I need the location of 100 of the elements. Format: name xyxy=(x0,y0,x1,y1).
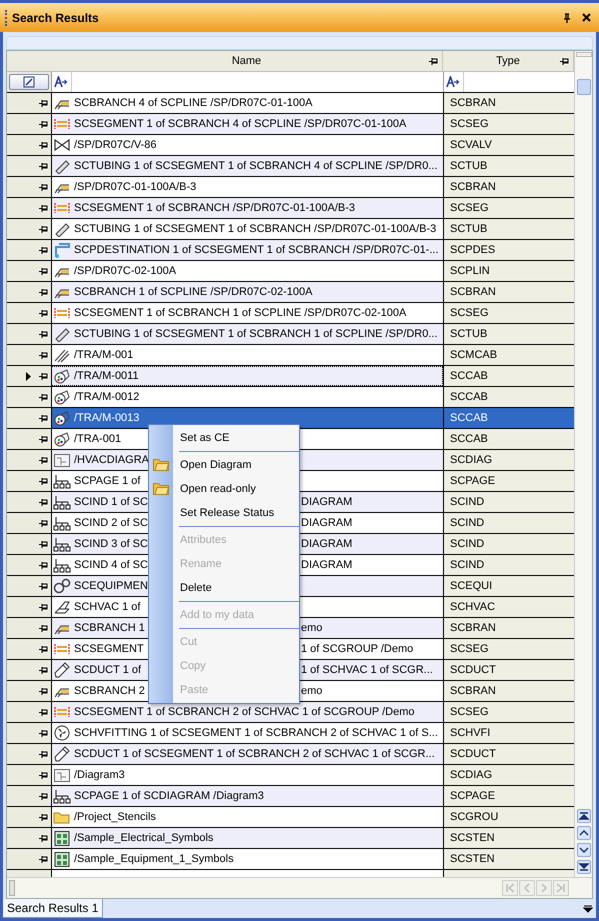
pin-icon[interactable] xyxy=(39,560,48,570)
table-cell: SCSEG xyxy=(443,702,574,722)
cell-text: SCHVFITTING 1 of SCSEGMENT 1 of SCBRANCH 2 of SCHVAC 1 of S... xyxy=(74,726,438,741)
pin-icon[interactable] xyxy=(39,330,48,338)
pin-icon[interactable] xyxy=(39,162,48,170)
column-header[interactable]: Name xyxy=(51,51,443,71)
table-row[interactable]: /Diagram3 SCDIAG xyxy=(7,765,574,786)
pin-icon[interactable] xyxy=(39,686,48,696)
pin-icon[interactable] xyxy=(39,666,48,674)
horizontal-scroll-handle[interactable] xyxy=(9,880,15,896)
pin-icon[interactable] xyxy=(39,246,48,254)
table-cell: SCSEG xyxy=(443,639,574,659)
table-cell: SCSEG xyxy=(443,198,574,218)
pin-icon[interactable] xyxy=(39,372,48,380)
menu-item[interactable]: Open read-only xyxy=(173,477,299,501)
pin-icon[interactable] xyxy=(560,57,569,66)
grid-icon xyxy=(53,851,71,867)
tab[interactable]: Search Results 1 xyxy=(3,899,104,918)
pin-icon[interactable] xyxy=(39,582,48,590)
scroll-top-button[interactable] xyxy=(576,809,590,823)
menu-item[interactable]: Open Diagram xyxy=(173,453,299,477)
vertical-scrollbar[interactable] xyxy=(574,51,592,877)
table-row[interactable]: SCTUBING 1 of SCSEGMENT 1 of SCBRANCH 4 of SCPLINE /SP/DR0... SCTUB xyxy=(7,156,574,177)
table-row[interactable]: /TRA/M-0012 SCCAB xyxy=(7,387,574,408)
pin-icon[interactable] xyxy=(39,350,48,360)
table-row[interactable]: SCSEGMENT 1 of SCBRANCH /SP/DR07C-01-100A/B-3 SCSEG xyxy=(7,198,574,219)
last-icon xyxy=(555,882,567,894)
pin-icon[interactable] xyxy=(39,414,48,422)
pin-icon[interactable] xyxy=(39,834,48,842)
table-row[interactable]: SCSEGMENT 1 of SCBRANCH 1 of SCPLINE /SP/DR07C-02-100A SCSEG xyxy=(7,303,574,324)
pin-icon[interactable] xyxy=(39,266,48,276)
pin-icon[interactable] xyxy=(39,518,48,528)
menu-item[interactable]: Delete xyxy=(173,576,299,600)
pin-icon[interactable] xyxy=(39,204,48,212)
table-row[interactable]: SCTUBING 1 of SCSEGMENT 1 of SCBRANCH /SP/DR07C-01-100A/B-3 SCTUB xyxy=(7,219,574,240)
pencil-duct-icon xyxy=(53,746,71,762)
pin-icon[interactable] xyxy=(39,624,48,632)
pin-icon[interactable] xyxy=(39,434,48,444)
pencil-duct-icon xyxy=(53,662,71,678)
pin-icon[interactable] xyxy=(39,602,48,612)
table-row[interactable]: /SP/DR07C-01-100A/B-3 SCBRAN xyxy=(7,177,574,198)
pin-icon[interactable] xyxy=(39,182,48,192)
table-row[interactable]: SCHVFITTING 1 of SCSEGMENT 1 of SCBRANCH 2 of SCHVAC 1 of S... SCHVFI xyxy=(7,723,574,744)
table-row[interactable]: /TRA/M-0011 SCCAB xyxy=(7,366,574,387)
pin-icon[interactable] xyxy=(39,854,48,864)
cell-text: /TRA/M-0012 xyxy=(74,390,140,405)
filter-field[interactable] xyxy=(51,72,443,92)
table-row[interactable]: /TRA/M-001 SCMCAB xyxy=(7,345,574,366)
table-row[interactable]: SCBRANCH 1 of SCPLINE /SP/DR07C-02-100A SCBRAN xyxy=(7,282,574,303)
cell-text: emo xyxy=(301,620,322,636)
table-row[interactable]: /SP/DR07C-02-100A SCPLIN xyxy=(7,261,574,282)
pin-icon[interactable] xyxy=(39,392,48,402)
filter-icon[interactable] xyxy=(446,76,460,88)
pin-icon[interactable] xyxy=(39,98,48,108)
filter-icon[interactable] xyxy=(54,76,68,88)
table-row[interactable]: SCDUCT 1 of SCSEGMENT 1 of SCBRANCH 2 of SCHVAC 1 of SCGR... SCDUCT xyxy=(7,744,574,765)
pin-icon[interactable] xyxy=(562,12,572,22)
table-row[interactable]: /SP/DR07C/V-86 SCVALV xyxy=(7,135,574,156)
pin-icon[interactable] xyxy=(39,224,48,234)
pin-icon[interactable] xyxy=(39,308,48,318)
pin-icon[interactable] xyxy=(39,498,48,506)
filter-toggle-button[interactable] xyxy=(9,74,49,90)
scroll-thumb[interactable] xyxy=(576,79,590,95)
hierarchy-icon xyxy=(53,536,71,552)
pin-icon[interactable] xyxy=(39,456,48,464)
table-cell: SCPLIN xyxy=(443,261,574,281)
table-row[interactable]: SCBRANCH 4 of SCPLINE /SP/DR07C-01-100A SCBRAN xyxy=(7,93,574,114)
close-icon[interactable] xyxy=(582,13,591,22)
pin-icon[interactable] xyxy=(39,812,48,822)
cable-icon xyxy=(53,410,71,426)
filter-field[interactable] xyxy=(443,72,574,92)
table-row[interactable]: /Project_Stencils SCGROU xyxy=(7,807,574,828)
cell-text: SCHVAC 1 of xyxy=(74,600,140,615)
pin-icon[interactable] xyxy=(39,288,48,296)
table-row[interactable]: SCTUBING 1 of SCSEGMENT 1 of SCBRANCH 1 of SCPLINE /SP/DR0... SCTUB xyxy=(7,324,574,345)
pin-icon[interactable] xyxy=(39,476,48,486)
cable-icon xyxy=(53,368,71,384)
table-row[interactable]: /Sample_Equipment_1_Symbols SCSTEN xyxy=(7,849,574,870)
scroll-up-button[interactable] xyxy=(576,826,590,840)
table-row[interactable]: SCSEGMENT 1 of SCBRANCH 4 of SCPLINE /SP/DR07C-01-100A SCSEG xyxy=(7,114,574,135)
pin-icon[interactable] xyxy=(39,140,48,150)
pin-icon[interactable] xyxy=(39,644,48,654)
pin-icon[interactable] xyxy=(429,57,438,66)
table-row[interactable]: SCSEGMENT 1 of SCBRANCH 2 of SCHVAC 1 of SCGROUP /Demo SCSEG xyxy=(7,702,574,723)
table-row[interactable]: SCPAGE 1 of SCDIAGRAM /Diagram3 SCPAGE xyxy=(7,786,574,807)
pin-icon[interactable] xyxy=(39,540,48,548)
pin-icon[interactable] xyxy=(39,792,48,800)
pin-icon[interactable] xyxy=(39,750,48,758)
cell-text: SCBRANCH 1 xyxy=(74,620,145,636)
scroll-down-button[interactable] xyxy=(576,843,590,857)
scroll-bottom-button[interactable] xyxy=(576,860,590,874)
pin-icon[interactable] xyxy=(39,708,48,716)
table-row[interactable]: /Sample_Electrical_Symbols SCSTEN xyxy=(7,828,574,849)
cell-text: SCBRANCH 1 of SCPLINE /SP/DR07C-02-100A xyxy=(74,284,312,300)
table-row[interactable]: SCPDESTINATION 1 of SCSEGMENT 1 of SCBRANCH /SP/DR07C-01-... SCPDES xyxy=(7,240,574,261)
pin-icon[interactable] xyxy=(39,728,48,738)
dropdown-icon[interactable] xyxy=(583,905,593,913)
menu-item[interactable]: Set as CE xyxy=(173,426,299,450)
pin-icon[interactable] xyxy=(39,120,48,128)
pin-icon[interactable] xyxy=(39,770,48,780)
